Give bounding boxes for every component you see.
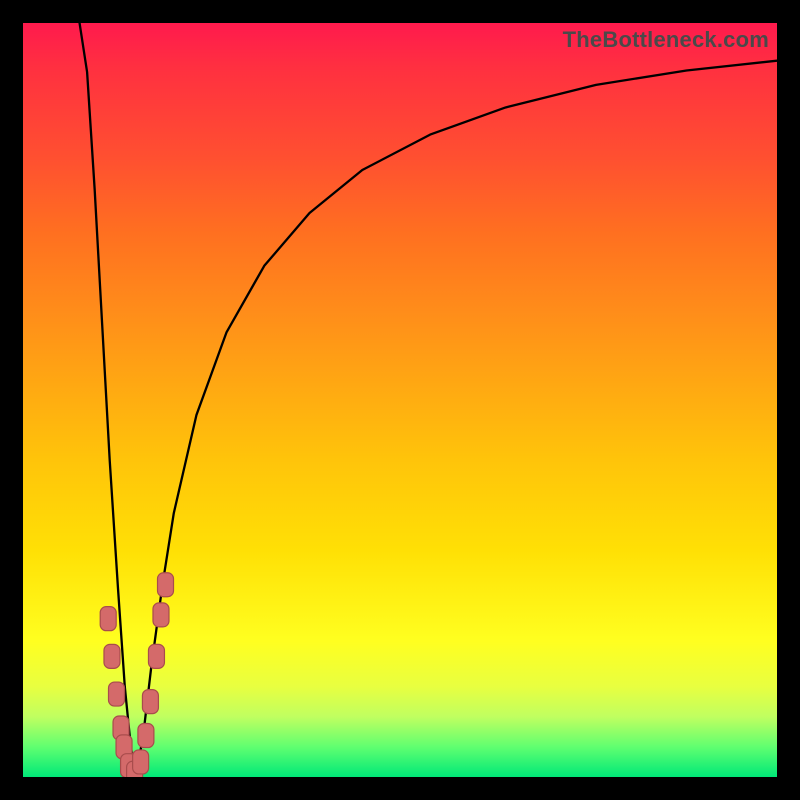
curve-marker [121,754,137,777]
curve-marker [138,724,154,748]
curve-marker [127,761,143,777]
curve-marker [100,607,116,631]
curve-marker [116,735,132,759]
curve-marker [113,716,129,740]
curve-marker [148,644,164,668]
curve-marker [142,690,158,714]
curve-marker [133,750,149,774]
watermark-text: TheBottleneck.com [563,27,769,53]
chart-plot-area: TheBottleneck.com [23,23,777,777]
chart-svg-layer [23,23,777,777]
chart-frame: TheBottleneck.com [0,0,800,800]
curve-marker [153,603,169,627]
curve-marker [158,573,174,597]
curve-marker [104,644,120,668]
curve-marker [109,682,125,706]
marker-group [100,573,173,777]
bottleneck-curve [80,23,777,777]
